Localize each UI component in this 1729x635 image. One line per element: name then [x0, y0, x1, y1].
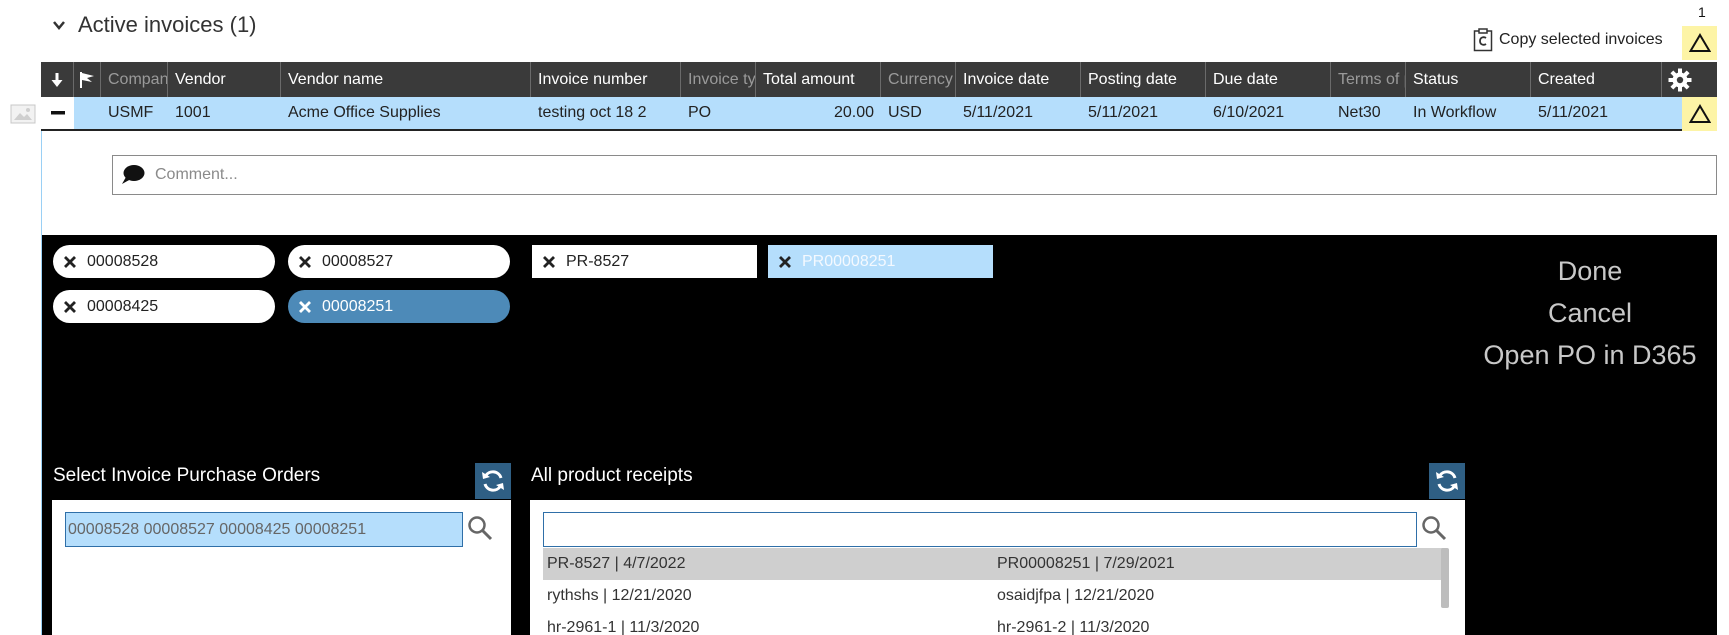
- comment-input[interactable]: [155, 166, 1655, 184]
- cell-due-date: 6/10/2021: [1213, 104, 1285, 121]
- list-item[interactable]: hr-2961-1 | 11/3/2020 hr-2961-2 | 11/3/2…: [543, 612, 1443, 635]
- cell-company: USMF: [108, 104, 154, 121]
- copy-selected-invoices-button[interactable]: Copy selected invoices: [1473, 28, 1663, 52]
- minus-icon: [50, 111, 65, 115]
- copy-selected-invoices-label: Copy selected invoices: [1499, 31, 1663, 48]
- column-header-currency[interactable]: Currency: [881, 62, 956, 97]
- flag-icon: [80, 71, 94, 88]
- pr-chip[interactable]: PR-8527: [532, 245, 757, 278]
- close-icon[interactable]: [63, 255, 77, 269]
- cell-created: 5/11/2021: [1538, 104, 1608, 121]
- cell-terms: Net30: [1338, 104, 1381, 121]
- po-chip-label: 00008425: [87, 297, 159, 315]
- cell-currency: USD: [888, 104, 922, 121]
- clipboard-icon: [1473, 28, 1493, 52]
- po-chip[interactable]: 00008425: [53, 290, 275, 323]
- po-panel-title: Select Invoice Purchase Orders: [53, 465, 321, 486]
- po-chip-label: 00008527: [322, 252, 394, 270]
- warning-triangle-icon: [1688, 33, 1711, 52]
- po-chip-label: 00008528: [87, 252, 159, 270]
- pr-search-input[interactable]: [543, 512, 1417, 547]
- column-header-created[interactable]: Created: [1531, 62, 1662, 97]
- close-icon[interactable]: [298, 255, 312, 269]
- comment-field[interactable]: [112, 155, 1717, 195]
- cell-status: In Workflow: [1413, 104, 1497, 121]
- invoice-grid-header: Company Vendor Vendor name Invoice numbe…: [41, 62, 1717, 97]
- column-header-company[interactable]: Company: [101, 62, 168, 97]
- column-header-due-date[interactable]: Due date: [1206, 62, 1331, 97]
- receipt-option[interactable]: osaidjfpa | 12/21/2020: [993, 580, 1443, 612]
- pr-chip-label: PR-8527: [566, 252, 630, 270]
- column-header-vendor[interactable]: Vendor: [168, 62, 281, 97]
- column-header-vendor-name[interactable]: Vendor name: [281, 62, 531, 97]
- po-refresh-button[interactable]: [475, 463, 511, 499]
- list-item[interactable]: PR-8527 | 4/7/2022 PR00008251 | 7/29/202…: [543, 548, 1443, 580]
- search-icon[interactable]: [1421, 515, 1447, 541]
- chevron-down-icon[interactable]: [52, 18, 66, 32]
- close-icon[interactable]: [542, 255, 556, 269]
- column-header-status[interactable]: Status: [1406, 62, 1531, 97]
- speech-bubble-icon: [122, 165, 145, 184]
- column-header-invoice-date[interactable]: Invoice date: [956, 62, 1081, 97]
- cell-vendor-name: Acme Office Supplies: [288, 104, 441, 121]
- section-header[interactable]: Active invoices (1): [52, 12, 257, 38]
- column-header-invoice-number[interactable]: Invoice number: [531, 62, 681, 97]
- po-chip-selected[interactable]: 00008251: [288, 290, 510, 323]
- warning-button[interactable]: [1682, 26, 1717, 60]
- receipt-option[interactable]: PR-8527 | 4/7/2022: [543, 548, 993, 580]
- pr-chip-label: PR00008251: [802, 252, 896, 270]
- action-links: Done Cancel Open PO in D365: [1470, 250, 1710, 376]
- cell-vendor: 1001: [175, 104, 211, 121]
- pr-refresh-button[interactable]: [1429, 463, 1465, 499]
- cell-invoice-number: testing oct 18 2: [538, 104, 647, 121]
- column-header-invoice-type[interactable]: Invoice type: [681, 62, 756, 97]
- close-icon[interactable]: [63, 300, 77, 314]
- receipt-option[interactable]: rythshs | 12/21/2020: [543, 580, 993, 612]
- po-chip[interactable]: 00008528: [53, 245, 275, 278]
- table-row[interactable]: USMF 1001 Acme Office Supplies testing o…: [41, 97, 1682, 131]
- selected-count: 1: [1698, 4, 1706, 20]
- sort-column-header[interactable]: [41, 62, 74, 97]
- open-po-button[interactable]: Open PO in D365: [1470, 334, 1710, 376]
- column-header-posting-date[interactable]: Posting date: [1081, 62, 1206, 97]
- section-title: Active invoices (1): [78, 12, 257, 37]
- flag-column-header[interactable]: [74, 62, 101, 97]
- row-warning-button[interactable]: [1682, 97, 1717, 131]
- receipt-option[interactable]: hr-2961-2 | 11/3/2020: [993, 612, 1443, 635]
- column-header-terms[interactable]: Terms of payment: [1331, 62, 1406, 97]
- search-icon[interactable]: [467, 515, 493, 541]
- done-button[interactable]: Done: [1470, 250, 1710, 292]
- image-placeholder-icon: [10, 104, 36, 124]
- pr-chip-selected[interactable]: PR00008251: [768, 245, 993, 278]
- collapse-row-button[interactable]: [41, 97, 74, 129]
- cancel-button[interactable]: Cancel: [1470, 292, 1710, 334]
- refresh-icon: [482, 470, 504, 492]
- po-chip[interactable]: 00008527: [288, 245, 510, 278]
- cell-invoice-date: 5/11/2021: [963, 104, 1033, 121]
- cell-invoice-type: PO: [688, 104, 712, 121]
- warning-triangle-icon: [1688, 104, 1711, 123]
- close-icon[interactable]: [778, 255, 792, 269]
- list-scrollbar[interactable]: [1441, 548, 1449, 608]
- flag-cell[interactable]: [74, 97, 101, 129]
- po-search-input[interactable]: [65, 512, 463, 547]
- cell-posting-date: 5/11/2021: [1088, 104, 1158, 121]
- list-item[interactable]: rythshs | 12/21/2020 osaidjfpa | 12/21/2…: [543, 580, 1443, 612]
- grid-settings-button[interactable]: [1662, 62, 1697, 97]
- po-chip-label: 00008251: [322, 297, 394, 315]
- cell-total-amount: 20.00: [833, 104, 874, 121]
- arrow-down-icon: [51, 72, 63, 87]
- close-icon[interactable]: [298, 300, 312, 314]
- column-header-total-amount[interactable]: Total amount: [756, 62, 881, 97]
- product-receipt-list: PR-8527 | 4/7/2022 PR00008251 | 7/29/202…: [543, 548, 1443, 635]
- gear-icon: [1668, 68, 1691, 91]
- receipt-option[interactable]: hr-2961-1 | 11/3/2020: [543, 612, 993, 635]
- receipt-option[interactable]: PR00008251 | 7/29/2021: [993, 548, 1443, 580]
- pr-panel-title: All product receipts: [531, 465, 693, 486]
- refresh-icon: [1436, 470, 1458, 492]
